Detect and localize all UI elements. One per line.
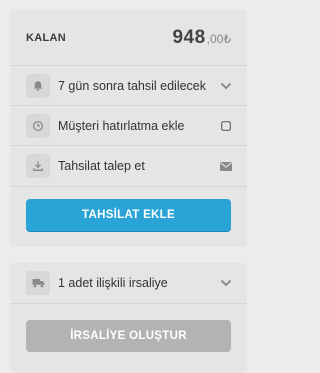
request-payment-row[interactable]: Tahsilat talep et (10, 146, 247, 186)
due-date-row[interactable]: 7 gün sonra tahsil edilecek (10, 66, 247, 106)
reminder-checkbox[interactable] (219, 119, 233, 133)
due-date-label: 7 gün sonra tahsil edilecek (58, 78, 207, 93)
bell-icon (26, 73, 50, 98)
collection-card: KALAN 948 ,00 ₺ 7 gün sonra tahsil edile… (10, 10, 247, 247)
envelope-icon[interactable] (219, 159, 233, 173)
add-collection-button[interactable]: TAHSİLAT EKLE (26, 199, 231, 231)
balance-label: KALAN (26, 31, 66, 44)
waybill-label: 1 adet ilişkili irsaliye (58, 276, 168, 290)
chevron-down-icon[interactable] (219, 276, 233, 290)
balance-main: 948 (172, 26, 206, 48)
waybill-card: 1 adet ilişkili irsaliye İRSALİYE OLUŞTU… (10, 263, 247, 373)
balance-row: KALAN 948 ,00 ₺ (10, 10, 247, 66)
download-icon (26, 154, 50, 178)
chevron-down-icon[interactable] (219, 79, 233, 93)
balance-cents: ,00 (206, 31, 224, 46)
waybill-row[interactable]: 1 adet ilişkili irsaliye (10, 263, 247, 304)
request-payment-label: Tahsilat talep et (58, 159, 145, 173)
truck-icon (26, 271, 50, 295)
clock-icon (26, 113, 50, 138)
currency-symbol: ₺ (223, 31, 231, 46)
create-waybill-button[interactable]: İRSALİYE OLUŞTUR (26, 320, 231, 352)
balance-amount: 948 ,00 ₺ (172, 27, 231, 49)
customer-reminder-label: Müşteri hatırlatma ekle (58, 118, 185, 133)
customer-reminder-row[interactable]: Müşteri hatırlatma ekle (10, 106, 247, 146)
